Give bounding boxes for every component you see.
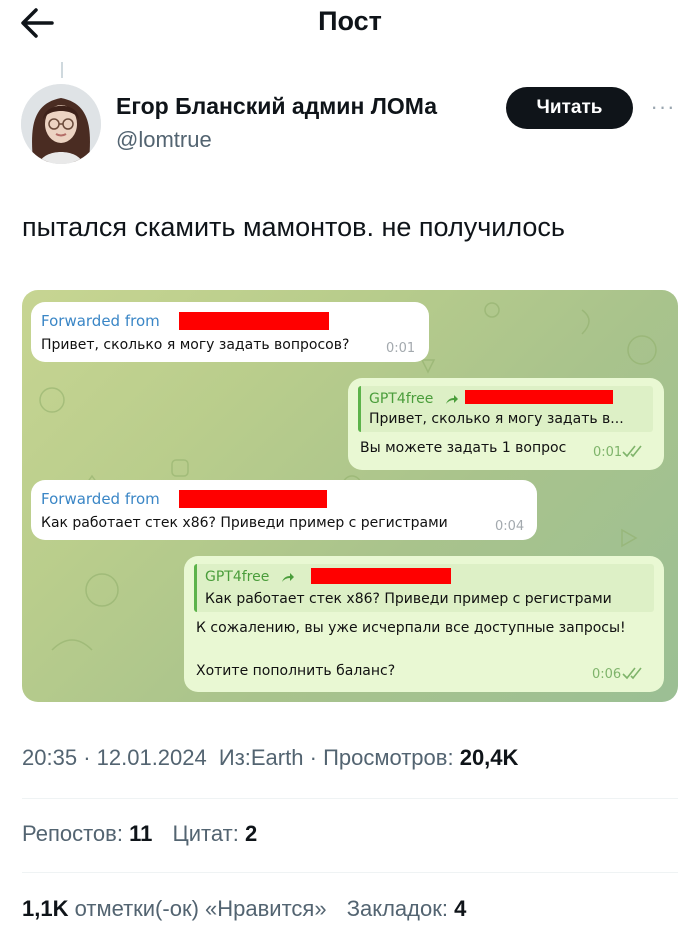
avatar[interactable]: [21, 84, 101, 164]
quotes-count: 2: [244, 821, 258, 846]
redaction-bar: [179, 312, 329, 330]
author-name[interactable]: Егор Бланский админ ЛОМа: [116, 93, 437, 120]
follow-button[interactable]: Читать: [506, 87, 633, 129]
stats-row-likes: 1,1K отметки(-ок) «Нравится» Закладок: 4: [22, 896, 480, 922]
stats-row-reposts: Репостов: 11 Цитат: 2: [22, 821, 271, 847]
message-time: 0:04: [495, 519, 525, 534]
message-text: К сожалению, вы уже исчерпали все доступ…: [196, 620, 626, 636]
message-time: 0:06: [592, 667, 622, 682]
redaction-bar: [311, 568, 451, 584]
forwarded-label: Forwarded from: [41, 312, 160, 330]
message-time: 0:01: [386, 341, 416, 356]
separator: ·: [83, 745, 97, 770]
reply-quote[interactable]: GPT4free Привет, сколько я могу задать в…: [358, 386, 653, 432]
message-text: Привет, сколько я могу задать вопросов?: [41, 337, 350, 353]
read-checkmarks-icon: [622, 445, 642, 458]
redaction-bar: [179, 490, 327, 508]
message-text: Как работает стек x86? Приведи пример с …: [41, 515, 448, 531]
reply-author: GPT4free: [369, 391, 434, 407]
quotes-label: Цитат:: [172, 821, 239, 846]
reply-quote[interactable]: GPT4free Как работает стек x86? Приведи …: [194, 564, 654, 612]
reply-text: Как работает стек x86? Приведи пример с …: [205, 591, 612, 607]
separator: ·: [309, 745, 324, 770]
message-bubble-outgoing[interactable]: GPT4free Привет, сколько я могу задать в…: [348, 378, 664, 470]
likes-stat[interactable]: 1,1K отметки(-ок) «Нравится»: [22, 896, 333, 921]
reposts-label: Репостов:: [22, 821, 123, 846]
message-text: Вы можете задать 1 вопрос: [360, 440, 567, 456]
post-text: пытался скамить мамонтов. не получилось: [22, 212, 565, 242]
divider: [22, 872, 678, 873]
redaction-bar: [465, 390, 613, 404]
post-image[interactable]: Forwarded from Привет, сколько я могу за…: [22, 290, 678, 702]
forwarded-label: Forwarded from: [41, 490, 160, 508]
views-count: 20,4K: [459, 745, 519, 770]
message-bubble-incoming[interactable]: Forwarded from Как работает стек x86? Пр…: [31, 480, 537, 540]
post-location: Из:Earth: [218, 745, 304, 770]
top-bar: Пост: [0, 0, 700, 50]
views-label: Просмотров:: [323, 745, 454, 770]
post-date: 12.01.2024: [96, 745, 207, 770]
post-time: 20:35: [22, 745, 78, 770]
reply-text: Привет, сколько я могу задать в...: [369, 411, 624, 427]
divider: [22, 798, 678, 799]
read-checkmarks-icon: [622, 667, 642, 680]
page-title: Пост: [318, 6, 382, 36]
message-text-line-2: Хотите пополнить баланс?: [196, 663, 396, 679]
message-bubble-outgoing[interactable]: GPT4free Как работает стек x86? Приведи …: [184, 556, 664, 692]
reposts-stat[interactable]: Репостов: 11: [22, 821, 158, 846]
post-meta: 20:35 · 12.01.2024 Из:Earth · Просмотров…: [22, 745, 518, 771]
likes-label: отметки(-ок) «Нравится»: [74, 896, 327, 921]
author-handle[interactable]: @lomtrue: [116, 127, 212, 153]
reposts-count: 11: [129, 821, 153, 846]
quotes-stat[interactable]: Цитат: 2: [172, 821, 257, 846]
message-bubble-incoming[interactable]: Forwarded from Привет, сколько я могу за…: [31, 302, 429, 362]
forward-arrow-icon: [446, 395, 458, 404]
thread-line: [61, 62, 63, 78]
bookmarks-count: 4: [454, 896, 467, 921]
more-options-icon[interactable]: ···: [646, 94, 680, 120]
likes-count: 1,1K: [22, 896, 69, 921]
bookmarks-stat[interactable]: Закладок: 4: [347, 896, 467, 921]
bookmarks-label: Закладок:: [346, 896, 448, 921]
reply-author: GPT4free: [205, 569, 270, 585]
forward-arrow-icon: [282, 573, 294, 582]
message-time: 0:01: [593, 445, 623, 460]
